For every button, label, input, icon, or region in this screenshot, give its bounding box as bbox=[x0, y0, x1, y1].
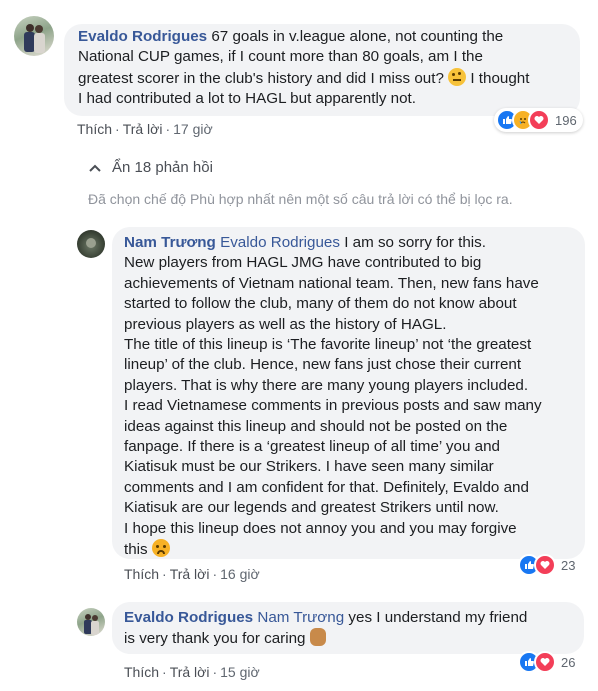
reply-text: yes I understand my friend bbox=[348, 609, 528, 626]
reply-actions: Thích · Trả lời · 16 giờ bbox=[124, 566, 260, 582]
sad-face-emoji-icon bbox=[151, 539, 170, 558]
reply-link[interactable]: Trả lời bbox=[170, 566, 210, 582]
reply-link[interactable]: Trả lời bbox=[123, 121, 163, 137]
hide-replies-toggle[interactable]: Ẩn 18 phản hồi bbox=[88, 159, 213, 176]
reply-text: The title of this lineup is ‘The favorit… bbox=[124, 336, 532, 354]
reply-text: Kiatisuk must be our Strikers. I have se… bbox=[124, 458, 494, 476]
mention-link[interactable]: Nam Trương bbox=[257, 609, 344, 626]
reply-text: comments and I am confident for that. De… bbox=[124, 478, 529, 496]
reply-bubble: Evaldo Rodrigues Nam Trương yes I unders… bbox=[112, 602, 584, 654]
clapping-hands-emoji-icon bbox=[309, 628, 326, 647]
comment-text: I had contributed a lot to HAGL but appa… bbox=[78, 90, 416, 108]
chevron-up-icon bbox=[89, 164, 101, 172]
like-link[interactable]: Thích bbox=[77, 121, 112, 137]
love-reaction-icon bbox=[534, 651, 556, 673]
reply-text: players. That is why there are many youn… bbox=[124, 376, 529, 394]
comment-actions: Thích · Trả lời · 17 giờ bbox=[77, 121, 213, 137]
reply-author[interactable]: Nam Trương bbox=[124, 234, 216, 251]
filter-notice: Đã chọn chế độ Phù hợp nhất nên một số c… bbox=[88, 191, 513, 207]
timestamp[interactable]: 15 giờ bbox=[220, 664, 260, 680]
reaction-count: 196 bbox=[555, 112, 577, 128]
reply-text: lineup’ of the club. Hence, new fans jus… bbox=[124, 356, 522, 374]
love-reaction-icon bbox=[534, 554, 556, 576]
reply-actions: Thích · Trả lời · 15 giờ bbox=[124, 664, 260, 680]
reply-text: achievements of Vietnam national team. T… bbox=[124, 274, 539, 292]
comment-bubble: Evaldo Rodrigues 67 goals in v.league al… bbox=[64, 24, 580, 116]
comment-text: 67 goals in v.league alone, not counting… bbox=[211, 28, 504, 45]
hide-replies-label: Ẩn 18 phản hồi bbox=[112, 159, 213, 176]
mention-link[interactable]: Evaldo Rodrigues bbox=[220, 234, 340, 251]
reply-author[interactable]: Evaldo Rodrigues bbox=[124, 609, 253, 626]
reply-link[interactable]: Trả lời bbox=[170, 664, 210, 680]
like-link[interactable]: Thích bbox=[124, 566, 159, 582]
reply-text: I am so sorry for this. bbox=[344, 234, 486, 251]
timestamp[interactable]: 16 giờ bbox=[220, 566, 260, 582]
avatar[interactable] bbox=[77, 608, 105, 636]
reply-text: I read Vietnamese comments in previous p… bbox=[124, 397, 542, 415]
reply-text: fanpage. If there is a ‘greatest lineup … bbox=[124, 438, 500, 456]
avatar[interactable] bbox=[77, 230, 105, 258]
reaction-count: 23 bbox=[561, 557, 576, 573]
reply-text: this bbox=[124, 541, 148, 559]
comment-text: greatest scorer in the club's history an… bbox=[78, 69, 444, 87]
like-link[interactable]: Thích bbox=[124, 664, 159, 680]
comment-text: National CUP games, if I count more than… bbox=[78, 48, 483, 66]
reaction-summary[interactable]: 196 bbox=[494, 108, 583, 132]
timestamp[interactable]: 17 giờ bbox=[173, 121, 213, 137]
reply-text: previous players as well as the history … bbox=[124, 315, 447, 333]
love-reaction-icon bbox=[528, 109, 550, 131]
thinking-emoji-icon bbox=[448, 67, 467, 86]
reply-text: started to follow the club, many of them… bbox=[124, 295, 517, 313]
reply-bubble: Nam Trương Evaldo Rodrigues I am so sorr… bbox=[112, 227, 585, 559]
reply-text: New players from HAGL JMG have contribut… bbox=[124, 254, 482, 272]
reply-text: I hope this lineup does not annoy you an… bbox=[124, 519, 517, 537]
reply-text: Kiatisuk are our legends and greatest St… bbox=[124, 499, 499, 517]
reaction-summary[interactable]: 26 bbox=[518, 651, 575, 673]
reaction-summary[interactable]: 23 bbox=[518, 554, 575, 576]
reply-text: is very thank you for caring bbox=[124, 630, 306, 648]
reaction-count: 26 bbox=[561, 654, 576, 670]
avatar[interactable] bbox=[14, 16, 54, 56]
reply-text: ideas against this lineup and should not… bbox=[124, 417, 508, 435]
comment-text: I thought bbox=[470, 69, 530, 87]
comment-author[interactable]: Evaldo Rodrigues bbox=[78, 28, 207, 45]
